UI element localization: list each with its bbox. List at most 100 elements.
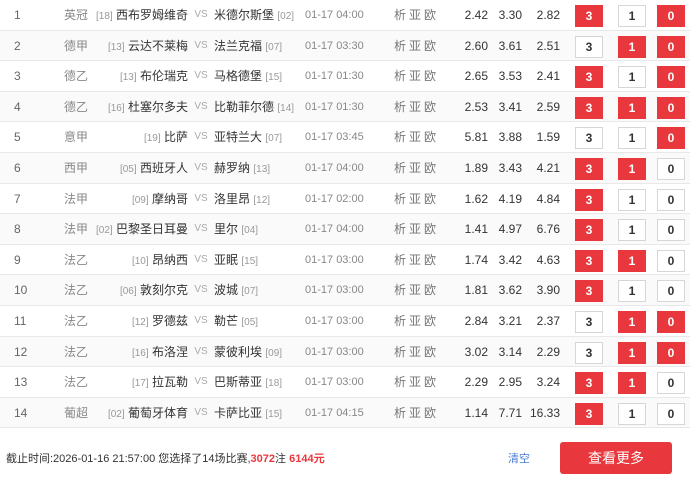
pick-draw-button[interactable]: 1 xyxy=(618,188,646,211)
pick-win-button[interactable]: 3 xyxy=(575,372,603,395)
pick-win-button[interactable]: 3 xyxy=(575,35,603,58)
pick-draw-button[interactable]: 1 xyxy=(618,341,646,364)
analysis-link[interactable]: 析 xyxy=(394,375,406,389)
match-links: 析亚欧 xyxy=(394,122,444,152)
analysis-link[interactable]: 析 xyxy=(394,100,406,114)
pick-win-button[interactable]: 3 xyxy=(575,249,603,272)
pick-draw-button[interactable]: 1 xyxy=(618,127,646,150)
pick-lose-button[interactable]: 0 xyxy=(657,280,685,303)
analysis-link[interactable]: 析 xyxy=(394,192,406,206)
asian-odds-link[interactable]: 亚 xyxy=(409,345,421,359)
asian-odds-link[interactable]: 亚 xyxy=(409,283,421,297)
pick-win-button[interactable]: 3 xyxy=(575,157,603,180)
pick-win-button[interactable]: 3 xyxy=(575,310,603,333)
asian-odds-link[interactable]: 亚 xyxy=(409,192,421,206)
pick-lose-button[interactable]: 0 xyxy=(657,5,685,27)
euro-odds-link[interactable]: 欧 xyxy=(424,100,436,114)
asian-odds-link[interactable]: 亚 xyxy=(409,314,421,328)
asian-odds-link[interactable]: 亚 xyxy=(409,161,421,175)
asian-odds-link[interactable]: 亚 xyxy=(409,39,421,53)
pick-win-button[interactable]: 3 xyxy=(575,188,603,211)
odds-win: 1.89 xyxy=(464,160,488,175)
asian-odds-link[interactable]: 亚 xyxy=(409,253,421,267)
pick-lose-button[interactable]: 0 xyxy=(657,341,685,364)
pick-draw-button[interactable]: 1 xyxy=(618,157,646,180)
pick-win-button[interactable]: 3 xyxy=(575,96,603,119)
analysis-link[interactable]: 析 xyxy=(394,69,406,83)
euro-odds-link[interactable]: 欧 xyxy=(424,39,436,53)
odds-win: 2.42 xyxy=(464,8,488,22)
euro-odds-link[interactable]: 欧 xyxy=(424,314,436,328)
pick-lose-button[interactable]: 0 xyxy=(657,402,685,425)
analysis-link[interactable]: 析 xyxy=(394,314,406,328)
analysis-link[interactable]: 析 xyxy=(394,8,406,22)
pick-draw-button[interactable]: 1 xyxy=(618,249,646,272)
analysis-link[interactable]: 析 xyxy=(394,222,406,236)
match-links: 析亚欧 xyxy=(394,214,444,244)
pick-lose-button[interactable]: 0 xyxy=(657,66,685,89)
odds-win: 2.53 xyxy=(464,99,488,114)
match-time: 01-17 03:30 xyxy=(305,39,364,52)
euro-odds-link[interactable]: 欧 xyxy=(424,406,436,420)
analysis-link[interactable]: 析 xyxy=(394,253,406,267)
vs-label: VS xyxy=(194,70,208,82)
pick-lose-button[interactable]: 0 xyxy=(657,249,685,272)
asian-odds-link[interactable]: 亚 xyxy=(409,130,421,144)
pick-draw-button[interactable]: 1 xyxy=(618,96,646,119)
pick-lose-button[interactable]: 0 xyxy=(657,310,685,333)
match-links: 析亚欧 xyxy=(394,367,444,397)
home-team-rank: [05] xyxy=(119,163,137,175)
euro-odds-link[interactable]: 欧 xyxy=(424,253,436,267)
match-index: 13 xyxy=(14,375,28,390)
euro-odds-link[interactable]: 欧 xyxy=(424,375,436,389)
home-team-rank: [06] xyxy=(119,286,137,298)
pick-win-button[interactable]: 3 xyxy=(575,402,603,425)
pick-win-button[interactable]: 3 xyxy=(575,127,603,150)
pick-draw-button[interactable]: 1 xyxy=(618,219,646,242)
analysis-link[interactable]: 析 xyxy=(394,283,406,297)
euro-odds-link[interactable]: 欧 xyxy=(424,130,436,144)
analysis-link[interactable]: 析 xyxy=(394,39,406,53)
pick-win-button[interactable]: 3 xyxy=(575,219,603,242)
pick-lose-button[interactable]: 0 xyxy=(657,35,685,58)
pick-draw-button[interactable]: 1 xyxy=(618,5,646,27)
analysis-link[interactable]: 析 xyxy=(394,406,406,420)
euro-odds-link[interactable]: 欧 xyxy=(424,192,436,206)
analysis-link[interactable]: 析 xyxy=(394,130,406,144)
view-more-button[interactable]: 查看更多 xyxy=(560,442,672,474)
asian-odds-link[interactable]: 亚 xyxy=(409,8,421,22)
pick-draw-button[interactable]: 1 xyxy=(618,372,646,395)
pick-draw-button[interactable]: 1 xyxy=(618,280,646,303)
euro-odds-link[interactable]: 欧 xyxy=(424,345,436,359)
euro-odds-link[interactable]: 欧 xyxy=(424,8,436,22)
pick-lose-button[interactable]: 0 xyxy=(657,372,685,395)
euro-odds-link[interactable]: 欧 xyxy=(424,222,436,236)
pick-lose-button[interactable]: 0 xyxy=(657,96,685,119)
pick-win-button[interactable]: 3 xyxy=(575,5,603,27)
pick-lose-button[interactable]: 0 xyxy=(657,127,685,150)
pick-win-button[interactable]: 3 xyxy=(575,280,603,303)
clear-button[interactable]: 清空 xyxy=(508,450,530,466)
pick-draw-button[interactable]: 1 xyxy=(618,310,646,333)
euro-odds-link[interactable]: 欧 xyxy=(424,161,436,175)
euro-odds-link[interactable]: 欧 xyxy=(424,69,436,83)
analysis-link[interactable]: 析 xyxy=(394,161,406,175)
asian-odds-link[interactable]: 亚 xyxy=(409,406,421,420)
asian-odds-link[interactable]: 亚 xyxy=(409,222,421,236)
asian-odds-link[interactable]: 亚 xyxy=(409,375,421,389)
away-team-rank: [15] xyxy=(265,408,283,420)
pick-win-button[interactable]: 3 xyxy=(575,341,603,364)
pick-lose-button[interactable]: 0 xyxy=(657,188,685,211)
away-team-rank: [07] xyxy=(241,286,259,298)
pick-draw-button[interactable]: 1 xyxy=(618,402,646,425)
pick-lose-button[interactable]: 0 xyxy=(657,219,685,242)
asian-odds-link[interactable]: 亚 xyxy=(409,69,421,83)
pick-draw-button[interactable]: 1 xyxy=(618,66,646,89)
analysis-link[interactable]: 析 xyxy=(394,345,406,359)
pick-draw-button[interactable]: 1 xyxy=(618,35,646,58)
pick-win-button[interactable]: 3 xyxy=(575,66,603,89)
asian-odds-link[interactable]: 亚 xyxy=(409,100,421,114)
pick-lose-button[interactable]: 0 xyxy=(657,157,685,180)
euro-odds-link[interactable]: 欧 xyxy=(424,283,436,297)
home-team-name: 西班牙人 xyxy=(139,160,188,175)
